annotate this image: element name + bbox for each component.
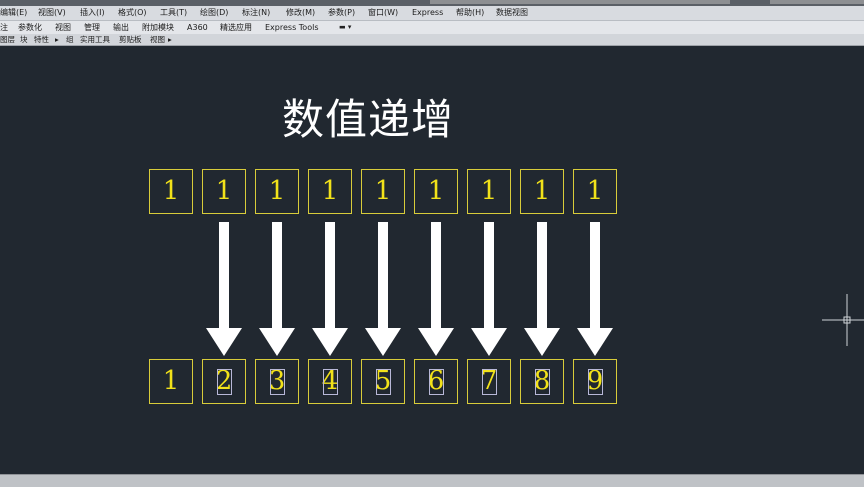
ribbon-tabs: 注 参数化 视图 管理 输出 附加模块 A360 精选应用 Express To… [0, 21, 864, 35]
title-strip-segment [770, 0, 864, 4]
menu-data-view[interactable]: 数据视图 [496, 7, 528, 19]
menu-insert[interactable]: 插入(I) [80, 7, 105, 19]
title-strip-segment [430, 0, 730, 4]
top-cell[interactable]: 1 [255, 169, 299, 214]
top-cell[interactable]: 1 [202, 169, 246, 214]
top-cell[interactable]: 1 [573, 169, 617, 214]
tab-addins[interactable]: 附加模块 [142, 21, 174, 34]
menu-edit[interactable]: 编辑(E) [0, 7, 27, 19]
panel-dropdown-icon[interactable]: ▸ [55, 34, 59, 45]
bottom-cell[interactable]: 3 [255, 359, 299, 404]
tab-parametric[interactable]: 参数化 [18, 21, 42, 34]
menu-dimension[interactable]: 标注(N) [242, 7, 270, 19]
down-arrow [206, 222, 242, 356]
menu-parametric[interactable]: 参数(P) [328, 7, 355, 19]
tab-view[interactable]: 视图 [55, 21, 71, 34]
panel-view[interactable]: 视图 [150, 34, 165, 45]
panel-clipboard[interactable]: 剪贴板 [119, 34, 142, 45]
menu-bar: 编辑(E) 视图(V) 插入(I) 格式(O) 工具(T) 绘图(D) 标注(N… [0, 6, 864, 21]
panel-utilities[interactable]: 实用工具 [80, 34, 110, 45]
menu-window[interactable]: 窗口(W) [368, 7, 398, 19]
ribbon-toggle-button[interactable]: ▬ ▾ [339, 23, 357, 31]
bottom-cell[interactable]: 7 [467, 359, 511, 404]
menu-format[interactable]: 格式(O) [118, 7, 147, 19]
bottom-cell[interactable]: 2 [202, 359, 246, 404]
ribbon-toggle-icon: ▬ ▾ [339, 23, 352, 31]
panel-dropdown-icon[interactable]: ▸ [168, 34, 172, 45]
bottom-cell[interactable]: 4 [308, 359, 352, 404]
tab-manage[interactable]: 管理 [84, 21, 100, 34]
crosshair-cursor-icon [822, 294, 864, 346]
menu-modify[interactable]: 修改(M) [286, 7, 315, 19]
drawing-title: 数值递增 [281, 95, 454, 144]
menu-tools[interactable]: 工具(T) [160, 7, 187, 19]
down-arrow [259, 222, 295, 356]
top-cell[interactable]: 1 [414, 169, 458, 214]
bottom-cell[interactable]: 9 [573, 359, 617, 404]
down-arrow [471, 222, 507, 356]
bottom-cell[interactable]: 6 [414, 359, 458, 404]
tab-express-tools[interactable]: Express Tools [265, 21, 319, 34]
menu-view[interactable]: 视图(V) [38, 7, 66, 19]
down-arrow [365, 222, 401, 356]
top-cell[interactable]: 1 [520, 169, 564, 214]
menu-help[interactable]: 帮助(H) [456, 7, 484, 19]
panel-block[interactable]: 块 [20, 34, 28, 45]
status-bar [0, 474, 864, 487]
menu-draw[interactable]: 绘图(D) [200, 7, 228, 19]
tab-featured-apps[interactable]: 精选应用 [220, 21, 252, 34]
tab-a360[interactable]: A360 [187, 21, 208, 34]
ribbon-panel-bar: 图层 块 特性 ▸ 组 实用工具 剪贴板 视图 ▸ [0, 34, 864, 46]
down-arrow [312, 222, 348, 356]
panel-group[interactable]: 组 [66, 34, 74, 45]
down-arrow [577, 222, 613, 356]
bottom-cell[interactable]: 5 [361, 359, 405, 404]
tab-annotate[interactable]: 注 [0, 21, 8, 34]
menu-express[interactable]: Express [412, 7, 443, 19]
top-cell[interactable]: 1 [308, 169, 352, 214]
panel-properties[interactable]: 特性 [34, 34, 49, 45]
bottom-cell[interactable]: 1 [149, 359, 193, 404]
top-cell[interactable]: 1 [361, 169, 405, 214]
top-cell[interactable]: 1 [467, 169, 511, 214]
top-cell[interactable]: 1 [149, 169, 193, 214]
tab-output[interactable]: 输出 [113, 21, 129, 34]
panel-layers[interactable]: 图层 [0, 34, 15, 45]
down-arrow [418, 222, 454, 356]
down-arrow [524, 222, 560, 356]
bottom-cell[interactable]: 8 [520, 359, 564, 404]
